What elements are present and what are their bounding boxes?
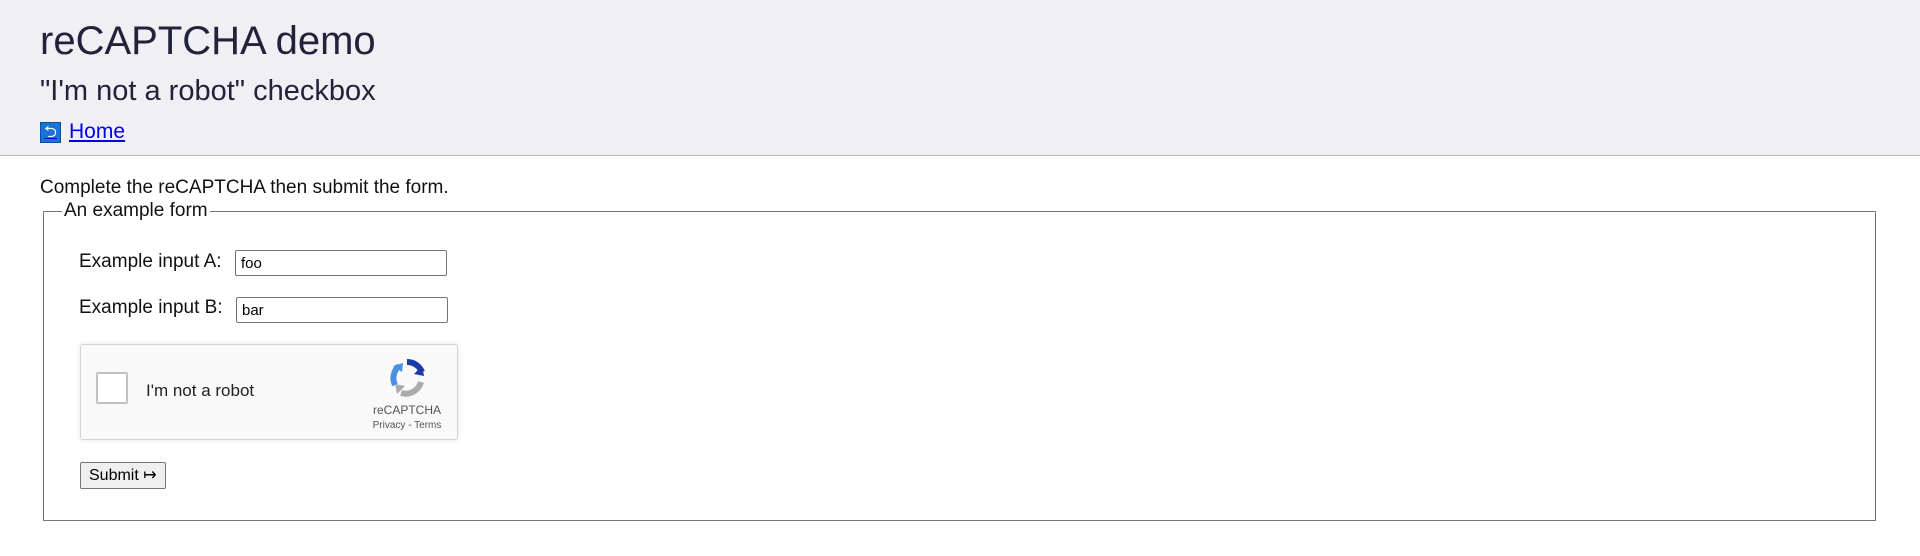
home-link[interactable]: ⮌ Home xyxy=(40,120,125,144)
input-b-label: Example input B: xyxy=(79,297,223,318)
recaptcha-logo-icon xyxy=(390,358,425,397)
recaptcha-widget: I'm not a robot reCAPTCHA Privacy - Term… xyxy=(80,344,458,440)
page-title: reCAPTCHA demo xyxy=(40,19,376,63)
home-link-label: Home xyxy=(69,120,126,143)
page-header: reCAPTCHA demo "I'm not a robot" checkbo… xyxy=(0,0,1920,156)
recaptcha-checkbox-label: I'm not a robot xyxy=(146,381,255,400)
recaptcha-privacy-link[interactable]: Privacy xyxy=(373,420,406,431)
input-a-field[interactable] xyxy=(235,250,447,276)
submit-button[interactable]: Submit ↦ xyxy=(80,462,166,489)
input-a-label: Example input A: xyxy=(79,251,222,272)
recaptcha-links-separator: - xyxy=(405,420,415,431)
return-arrow-icon: ⮌ xyxy=(40,121,61,143)
intro-text: Complete the reCAPTCHA then submit the f… xyxy=(40,177,449,198)
recaptcha-terms-link[interactable]: Terms xyxy=(414,420,441,431)
recaptcha-links: Privacy - Terms xyxy=(317,420,497,432)
recaptcha-brand: reCAPTCHA xyxy=(372,403,441,417)
form-legend: An example form xyxy=(62,199,210,223)
input-b-field[interactable] xyxy=(236,297,448,323)
page-subtitle: "I'm not a robot" checkbox xyxy=(40,75,376,107)
recaptcha-checkbox[interactable] xyxy=(96,372,128,404)
example-form-fieldset: An example form Example input A: Example… xyxy=(43,199,1876,521)
